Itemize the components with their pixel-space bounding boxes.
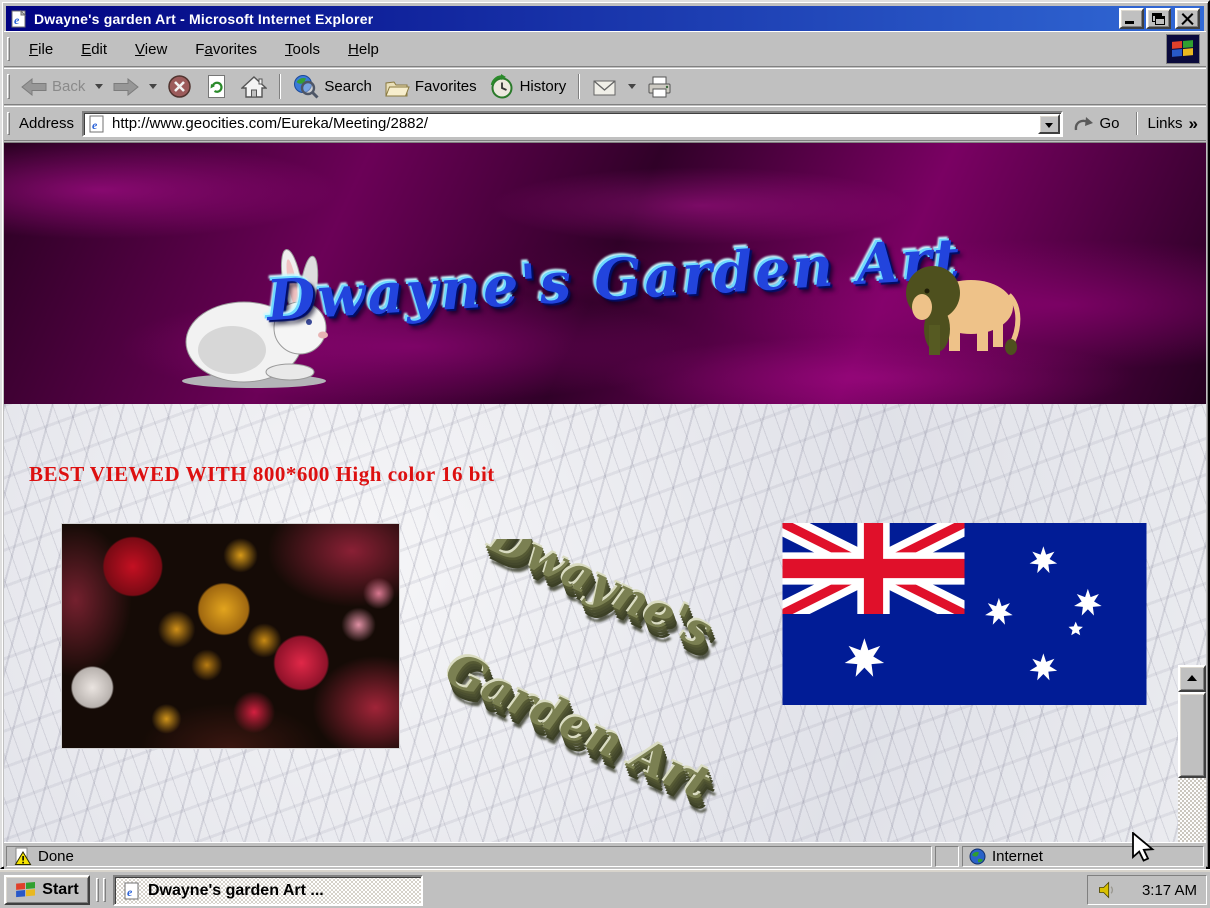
print-button[interactable] [640,72,679,102]
menu-view[interactable]: View [121,37,181,62]
search-icon [294,74,319,99]
go-button[interactable]: Go [1063,115,1129,133]
page-warning-icon [14,847,32,865]
forward-dropdown-caret[interactable] [149,84,158,89]
links-button[interactable]: Links » [1144,114,1207,134]
garden-3d-line2: Garden Art [442,641,720,811]
volume-icon[interactable] [1097,880,1117,900]
banner-title-text: Dwayne's Garden Art [264,225,964,335]
history-icon [490,73,513,98]
forward-button[interactable] [107,75,145,99]
minimize-button[interactable] [1119,8,1144,29]
ie-icon: e [124,882,139,899]
history-button[interactable]: History [483,71,573,103]
taskbar-grip[interactable] [103,878,106,902]
restore-icon-back [1155,16,1165,25]
windows-flag-icon [16,881,36,898]
ie-throbber-logo [1166,34,1200,64]
taskbar-grip[interactable] [96,878,99,902]
addressbar-grip[interactable] [7,111,10,136]
garden-3d-line1: Dwayne's [481,539,721,659]
stop-button[interactable] [161,71,198,102]
mouse-cursor [1132,832,1155,862]
best-viewed-text: BEST VIEWED WITH 800*600 High color 16 b… [29,462,495,486]
page-ie-icon: e [89,115,104,132]
address-input[interactable] [110,112,1039,135]
svg-text:e: e [14,13,20,27]
toolbar-separator [279,73,282,100]
toolbar-grip[interactable] [7,74,10,99]
links-separator [1135,111,1138,136]
title-bar[interactable]: e Dwayne's garden Art - Microsoft Intern… [6,6,1204,31]
mail-dropdown-caret[interactable] [628,84,637,89]
back-dropdown-caret[interactable] [95,84,104,89]
vertical-scrollbar [1178,665,1206,842]
page-viewport: Dwayne's Garden Art BEST VIEWED WITH 800… [4,142,1206,842]
mail-icon [593,79,616,95]
page-body: BEST VIEWED WITH 800*600 High color 16 b… [4,404,1206,842]
mail-button[interactable] [586,72,624,102]
taskbar: Start e Dwayne's garden Art ... 3:17 AM [0,869,1210,908]
windows-flag-icon [1172,40,1193,57]
scroll-up-button[interactable] [1178,665,1206,692]
restore-button[interactable] [1146,8,1171,29]
garden-art-3d-image: Dwayne's Garden Art [442,539,757,842]
menubar-grip[interactable] [7,37,10,61]
back-button[interactable]: Back [15,75,91,99]
task-button-label: Dwayne's garden Art ... [148,881,324,899]
search-button[interactable]: Search [287,71,378,103]
home-button[interactable] [235,72,273,102]
close-button[interactable] [1175,8,1200,29]
lion-image [906,266,1021,355]
task-button-active[interactable]: e Dwayne's garden Art ... [113,875,423,906]
menu-bar: File Edit View Favorites Tools Help [4,31,1206,67]
window-title: Dwayne's garden Art - Microsoft Internet… [34,10,374,27]
australian-flag-image [782,523,1147,705]
address-dropdown-button[interactable] [1038,113,1061,134]
menu-tools[interactable]: Tools [271,37,334,62]
system-tray: 3:17 AM [1087,875,1207,905]
status-panel-zone: Internet [962,846,1204,867]
page-banner: Dwayne's Garden Art [4,143,1206,404]
address-label: Address [19,115,75,132]
stop-icon [168,75,192,98]
scrollbar-thumb[interactable] [1178,692,1206,778]
toolbar: Back Search Favorites History [4,68,1206,105]
forward-arrow-icon [113,77,140,96]
start-label: Start [42,881,79,898]
home-icon [241,75,268,98]
flowers-image [61,523,400,749]
refresh-button[interactable] [198,71,235,102]
menu-favorites[interactable]: Favorites [181,37,271,62]
desktop: e Dwayne's garden Art - Microsoft Intern… [0,0,1210,908]
browser-window: e Dwayne's garden Art - Microsoft Intern… [0,0,1210,869]
menu-file[interactable]: File [15,37,67,62]
status-panel-progress [935,846,959,867]
address-combo: e [82,110,1064,137]
status-bar: Done Internet [4,842,1206,869]
links-chevron-icon[interactable]: » [1189,114,1198,134]
go-arrow-icon [1075,116,1094,130]
refresh-icon [208,75,226,98]
svg-text:e: e [127,885,133,899]
internet-globe-icon [969,848,986,865]
ie-document-icon: e [11,9,27,27]
menu-help[interactable]: Help [334,37,393,62]
svg-text:e: e [92,118,98,132]
menu-edit[interactable]: Edit [67,37,121,62]
clock[interactable]: 3:17 AM [1142,882,1197,899]
start-button[interactable]: Start [4,875,90,905]
back-arrow-icon [21,77,47,96]
favorites-folder-icon [385,80,410,96]
minimize-icon [1125,21,1134,24]
status-text: Done [38,848,74,865]
toolbar-separator [578,73,581,100]
print-icon [648,76,671,97]
favorites-button[interactable]: Favorites [378,72,483,102]
security-zone-text: Internet [992,848,1043,865]
status-panel-main: Done [6,846,932,867]
address-bar: Address e Go Links » [4,106,1206,141]
